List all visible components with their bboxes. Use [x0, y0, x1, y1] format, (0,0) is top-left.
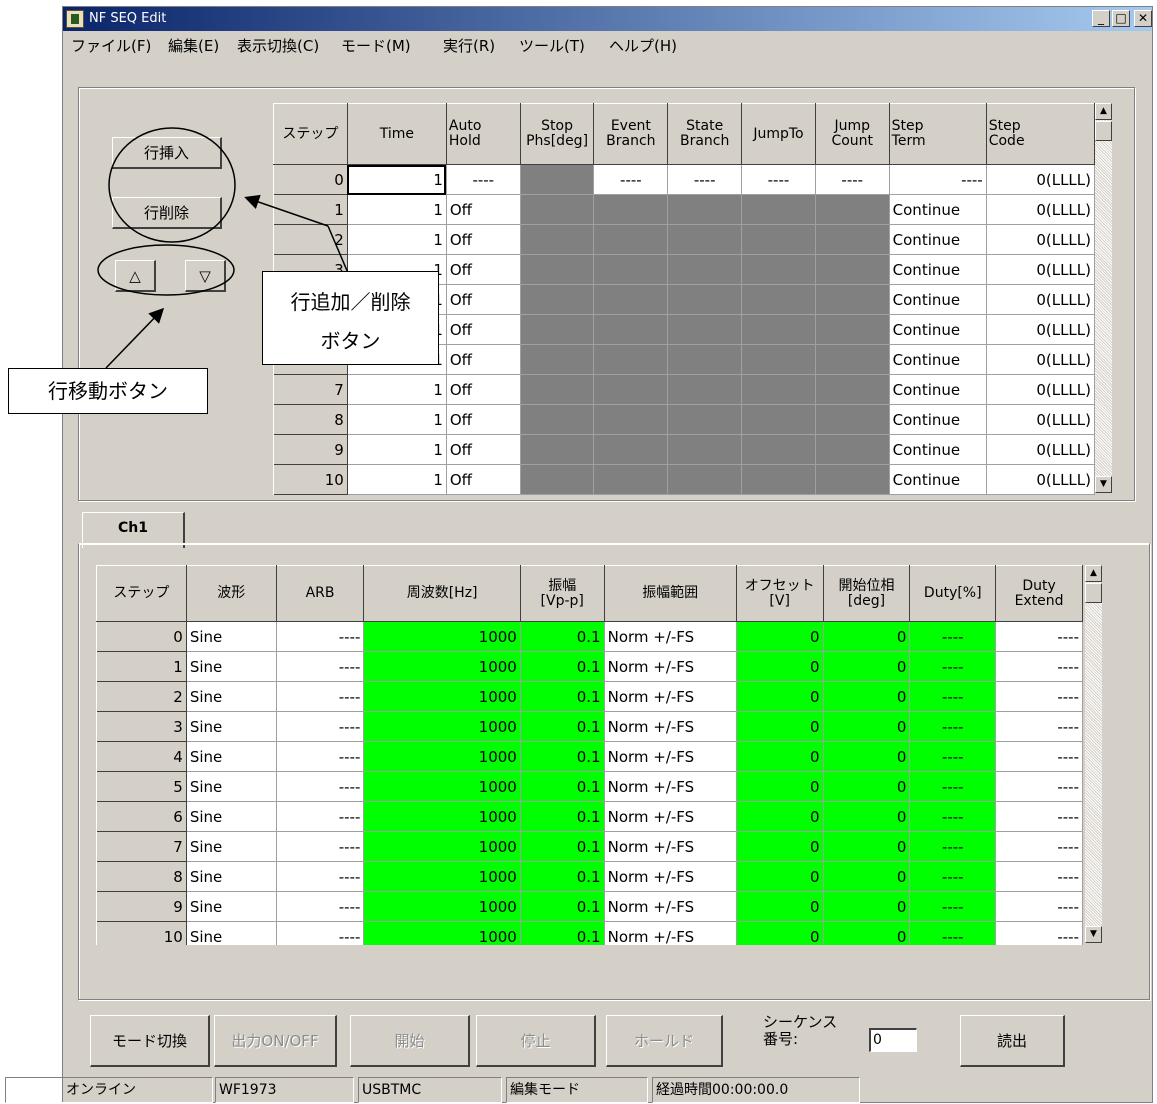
callout-move: 行移動ボタン: [8, 368, 208, 414]
callout-add-delete: 行追加／削除 ボタン: [262, 271, 439, 365]
callout-add-delete-line1: 行追加／削除: [290, 290, 411, 314]
annotation-overlay: [97, 127, 352, 369]
callout-add-delete-line2: ボタン: [320, 329, 381, 353]
arrow-to-move-buttons: [105, 307, 165, 369]
highlight-ellipse-row-buttons: [108, 127, 236, 243]
highlight-ellipse-move-buttons: [97, 244, 235, 296]
arrow-to-row-buttons: [244, 194, 329, 227]
